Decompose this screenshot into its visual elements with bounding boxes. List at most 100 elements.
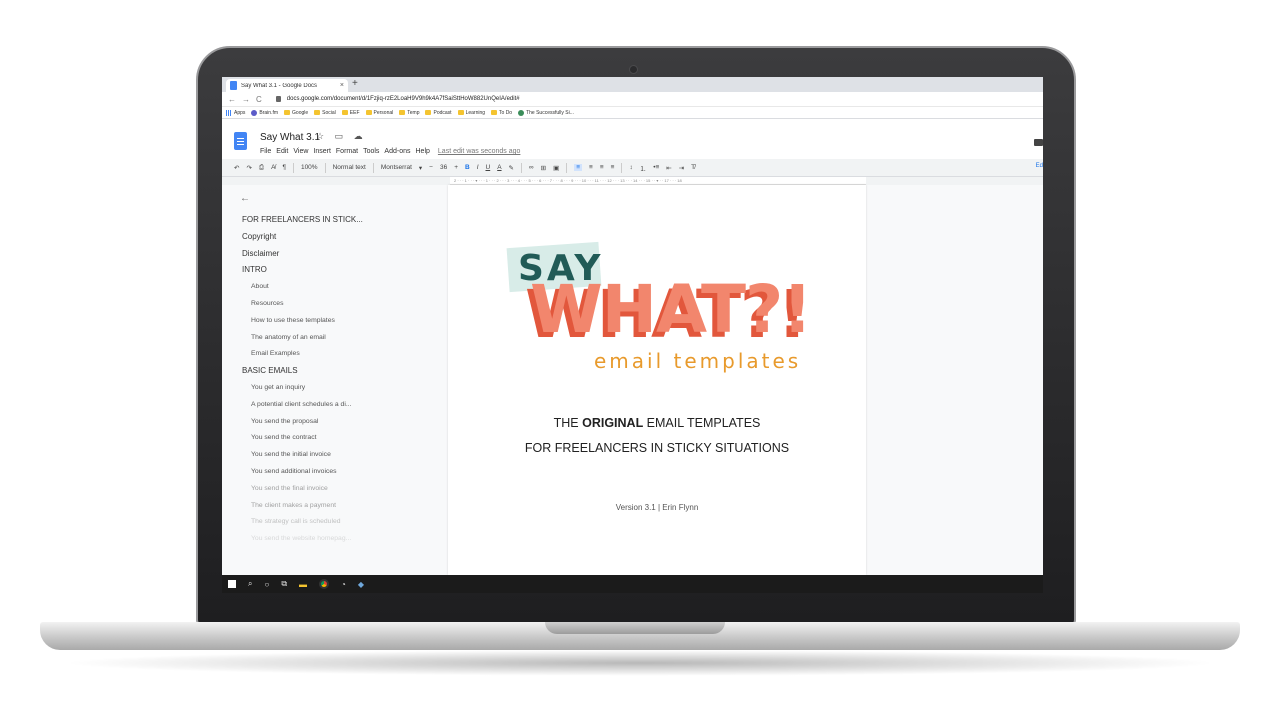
back-arrow-icon[interactable]: ← bbox=[240, 193, 440, 204]
notepad-icon[interactable]: ◆ bbox=[358, 580, 364, 589]
align-right-icon[interactable]: ≡ bbox=[600, 164, 604, 171]
outline-item[interactable]: You send the initial invoice bbox=[230, 447, 440, 464]
docs-logo-icon[interactable] bbox=[234, 132, 247, 150]
chrome-icon[interactable] bbox=[319, 579, 330, 589]
outline-item[interactable]: How to use these templates bbox=[230, 313, 440, 330]
outline-item[interactable]: Disclaimer bbox=[230, 246, 440, 263]
outline-item[interactable]: About bbox=[230, 279, 440, 296]
bookmark-google[interactable]: Google bbox=[284, 110, 308, 116]
line-spacing-icon[interactable]: ↕ bbox=[629, 164, 632, 171]
bookmark-podcast[interactable]: Podcast bbox=[425, 110, 452, 116]
divider bbox=[621, 162, 623, 173]
outline-item[interactable]: Copyright bbox=[230, 229, 440, 246]
ruler[interactable]: 2 · · · 1 · · · ▾ · · · 1 · · · 2 · · · … bbox=[450, 177, 866, 185]
new-tab-button[interactable]: + bbox=[352, 78, 358, 89]
divider bbox=[521, 162, 522, 173]
zoom-select[interactable]: 100% bbox=[301, 164, 318, 171]
bookmark-apps[interactable]: Apps bbox=[226, 109, 245, 116]
highlight-icon[interactable]: ✎ bbox=[509, 164, 514, 172]
align-center-icon[interactable]: ≡ bbox=[589, 164, 593, 171]
decrease-indent-icon[interactable]: ⇤ bbox=[666, 164, 671, 172]
close-icon[interactable]: × bbox=[340, 82, 344, 89]
menu-tools[interactable]: Tools bbox=[363, 148, 379, 155]
menu-view[interactable]: View bbox=[293, 148, 308, 155]
bookmark-successfully[interactable]: The Successfully Si... bbox=[518, 109, 574, 116]
url-field[interactable]: docs.google.com/document/d/1Fzjiq-rzE2Lo… bbox=[287, 96, 520, 102]
outline-item[interactable]: The strategy call is scheduled bbox=[230, 514, 440, 531]
windows-start-icon[interactable] bbox=[228, 580, 236, 588]
comment-add-icon[interactable]: ⊞ bbox=[541, 164, 546, 172]
file-explorer-icon[interactable]: ▬ bbox=[299, 580, 307, 589]
folder-icon bbox=[425, 110, 432, 115]
search-icon[interactable]: ⌕ bbox=[248, 579, 252, 589]
underline-icon[interactable]: U bbox=[486, 164, 491, 171]
last-edit-link[interactable]: Last edit was seconds ago bbox=[438, 148, 521, 155]
outline-item[interactable]: BASIC EMAILS bbox=[230, 363, 440, 380]
document-canvas: ← FOR FREELANCERS IN STICK... Copyright … bbox=[222, 185, 1043, 575]
outline-item[interactable]: A potential client schedules a di... bbox=[230, 397, 440, 414]
numbered-list-icon[interactable]: ⒈ bbox=[640, 163, 647, 173]
bulleted-list-icon[interactable]: •≡ bbox=[653, 164, 659, 171]
doc-title[interactable]: Say What 3.1 bbox=[260, 132, 320, 143]
text-color-icon[interactable]: A bbox=[497, 164, 501, 171]
outline-item[interactable]: Resources bbox=[230, 296, 440, 313]
bookmark-todo[interactable]: To Do bbox=[491, 110, 512, 116]
italic-icon[interactable]: I bbox=[477, 164, 479, 171]
laptop-notch bbox=[545, 622, 725, 634]
bookmark-eef[interactable]: EEF bbox=[341, 110, 360, 116]
align-left-icon[interactable]: ≡ bbox=[574, 164, 583, 171]
menu-file[interactable]: File bbox=[260, 148, 271, 155]
outline-item[interactable]: You send additional invoices bbox=[230, 464, 440, 481]
print-icon[interactable]: ⎙ bbox=[259, 164, 264, 172]
cortana-icon[interactable]: ○ bbox=[264, 580, 269, 589]
outline-item[interactable]: You send the contract bbox=[230, 430, 440, 447]
bookmark-personal[interactable]: Personal bbox=[365, 110, 393, 116]
star-folder-cloud-icons[interactable]: ☆ ▭ ☁ bbox=[316, 131, 367, 142]
menu-format[interactable]: Format bbox=[336, 148, 358, 155]
task-view-icon[interactable]: ⧉ bbox=[281, 579, 287, 589]
undo-icon[interactable]: ↶ bbox=[234, 164, 239, 172]
menu-help[interactable]: Help bbox=[416, 148, 430, 155]
outline-item[interactable]: You send the final invoice bbox=[230, 481, 440, 498]
bold-icon[interactable]: B bbox=[465, 164, 470, 171]
menu-addons[interactable]: Add-ons bbox=[384, 148, 410, 155]
decrease-size-icon[interactable]: − bbox=[429, 164, 433, 171]
justify-icon[interactable]: ≡ bbox=[611, 164, 615, 171]
outline-item[interactable]: The anatomy of an email bbox=[230, 330, 440, 347]
clear-formatting-icon[interactable]: T̸ bbox=[691, 164, 695, 171]
outline-item[interactable]: You get an inquiry bbox=[230, 380, 440, 397]
spellcheck-icon[interactable]: A̸ bbox=[271, 164, 275, 171]
comment-icon[interactable] bbox=[1034, 139, 1043, 146]
apps-icon bbox=[226, 109, 232, 116]
outline-item[interactable]: The client makes a payment bbox=[230, 498, 440, 515]
document-page[interactable]: SAY WHAT?! email templates THE ORIGINAL … bbox=[448, 185, 866, 575]
menu-insert[interactable]: Insert bbox=[313, 148, 331, 155]
increase-indent-icon[interactable]: ⇥ bbox=[679, 164, 684, 172]
font-select[interactable]: Montserrat bbox=[381, 164, 412, 171]
outline-item[interactable]: You send the proposal bbox=[230, 414, 440, 431]
link-icon[interactable]: ∞ bbox=[529, 164, 534, 171]
outline-item[interactable]: FOR FREELANCERS IN STICK... bbox=[230, 212, 440, 229]
bookmark-learning[interactable]: Learning bbox=[457, 110, 485, 116]
chevron-down-icon[interactable]: ▾ bbox=[419, 164, 422, 172]
outline-item[interactable]: Email Examples bbox=[230, 346, 440, 363]
image-icon[interactable]: ▣ bbox=[553, 164, 559, 172]
bookmark-social[interactable]: Social bbox=[314, 110, 336, 116]
paint-icon[interactable]: ◔ bbox=[341, 580, 346, 589]
back-icon[interactable]: ← bbox=[228, 95, 236, 104]
forward-icon[interactable]: → bbox=[242, 95, 250, 104]
increase-size-icon[interactable]: + bbox=[454, 164, 458, 171]
style-select[interactable]: Normal text bbox=[333, 164, 366, 171]
outline-item[interactable]: INTRO bbox=[230, 262, 440, 279]
tab-say-what[interactable]: Say What 3.1 - Google Docs × bbox=[226, 79, 348, 92]
font-size-field[interactable]: 36 bbox=[440, 164, 447, 171]
paint-format-icon[interactable]: ¶ bbox=[282, 164, 286, 171]
outline-item[interactable]: You send the website homepag... bbox=[230, 531, 440, 548]
bookmark-brainfm[interactable]: Brain.fm bbox=[251, 109, 278, 116]
reload-icon[interactable]: C bbox=[256, 95, 262, 104]
editing-mode-button[interactable]: Ed bbox=[1036, 163, 1043, 169]
bookmark-temp[interactable]: Temp bbox=[399, 110, 419, 116]
menu-edit[interactable]: Edit bbox=[276, 148, 288, 155]
redo-icon[interactable]: ↷ bbox=[246, 164, 251, 172]
docs-header: Say What 3.1 ☆ ▭ ☁ File Edit View Insert… bbox=[222, 119, 1043, 159]
